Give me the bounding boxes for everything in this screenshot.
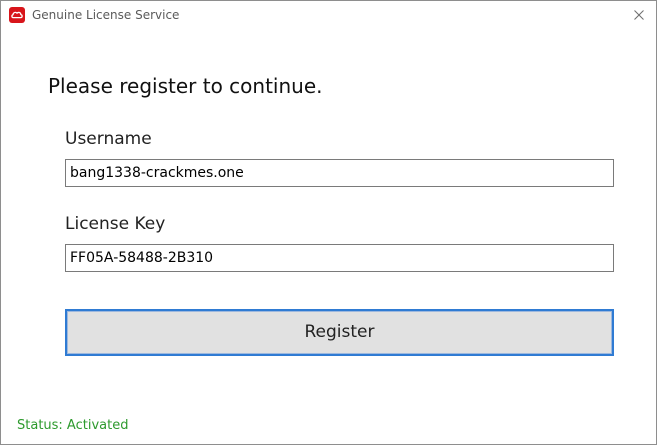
adobe-creative-cloud-icon <box>9 7 25 23</box>
register-button-label: Register <box>67 311 612 354</box>
status-text: Status: Activated <box>17 418 129 433</box>
username-label: Username <box>65 129 152 149</box>
license-key-label: License Key <box>65 214 166 234</box>
window-title: Genuine License Service <box>32 8 180 22</box>
close-button[interactable] <box>622 1 656 31</box>
username-field[interactable] <box>65 159 614 187</box>
register-button[interactable]: Register <box>65 309 614 356</box>
close-icon <box>634 10 644 20</box>
title-bar[interactable]: Genuine License Service <box>1 1 656 31</box>
page-title: Please register to continue. <box>48 74 323 98</box>
license-dialog: Genuine License Service Please register … <box>0 0 657 445</box>
license-key-field[interactable] <box>65 244 614 272</box>
